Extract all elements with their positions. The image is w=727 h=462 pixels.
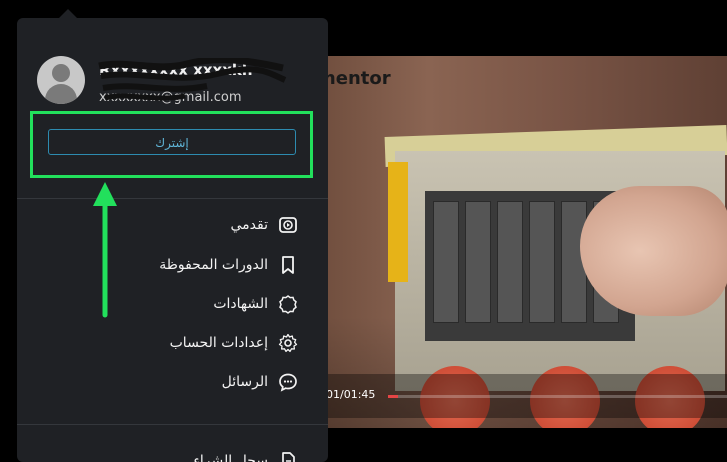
video-progress-bar[interactable]: [388, 395, 727, 398]
video-frame-yellow-strip: [388, 162, 408, 282]
menu-item-label: الدورات المحفوظة: [159, 257, 268, 273]
menu-item-account-settings[interactable]: إعدادات الحساب: [170, 331, 298, 355]
chat-icon: [279, 373, 297, 392]
video-frame-hand: [580, 186, 727, 316]
document-icon: [282, 452, 295, 462]
menu-item-certificates[interactable]: الشهادات: [213, 292, 298, 316]
menu-item-label: الشهادات: [213, 296, 268, 312]
annotation-arrow-icon: [93, 182, 117, 318]
bookmark-icon: [282, 256, 294, 274]
menu-item-label: الرسائل: [221, 374, 268, 390]
play-circle-icon: [279, 217, 297, 233]
video-brand-text: mentor: [317, 68, 391, 89]
divider: [17, 424, 328, 425]
menu-item-saved-courses[interactable]: الدورات المحفوظة: [159, 253, 298, 277]
avatar[interactable]: [37, 56, 85, 104]
gear-icon: [278, 333, 298, 353]
subscribe-button[interactable]: إشترك: [48, 129, 296, 155]
menu-item-purchase-history[interactable]: سجل الشراء: [193, 449, 298, 462]
account-dropdown: Rxxxxxxxx xxxxkh xxxxxxxx@gmail.com إشتر…: [17, 18, 328, 462]
menu-item-label: تقدمي: [230, 217, 269, 233]
video-player[interactable]: mentor 01/01:45: [300, 56, 727, 428]
menu-item-label: سجل الشراء: [193, 453, 268, 462]
profile-section: Rxxxxxxxx xxxxkh xxxxxxxx@gmail.com: [17, 18, 328, 108]
video-time: 01/01:45: [326, 388, 376, 401]
menu-item-messages[interactable]: الرسائل: [222, 370, 298, 394]
menu-item-label: إعدادات الحساب: [169, 335, 268, 351]
badge-icon: [279, 295, 297, 314]
video-controls: 01/01:45: [300, 374, 727, 418]
menu-item-progress[interactable]: تقدمي: [231, 213, 299, 237]
redaction-scribble: [98, 58, 287, 101]
video-progress-fill: [388, 395, 399, 398]
divider: [17, 198, 328, 199]
